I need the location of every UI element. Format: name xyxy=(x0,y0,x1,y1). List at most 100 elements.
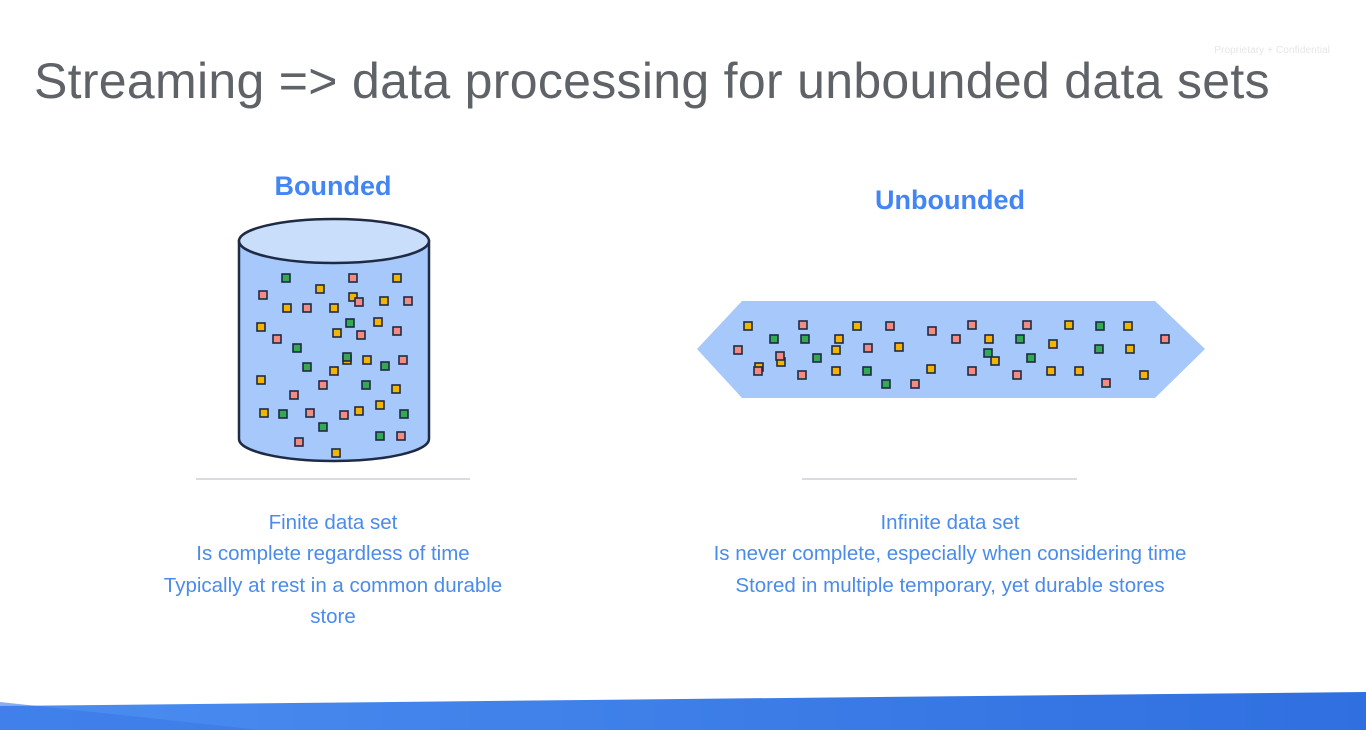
data-point-square xyxy=(392,326,402,336)
unbounded-stream-illustration xyxy=(697,301,1205,398)
data-point-square xyxy=(318,422,328,432)
data-point-square xyxy=(396,431,406,441)
data-point-square xyxy=(862,366,872,376)
data-point-square xyxy=(983,348,993,358)
unbounded-line-3: Stored in multiple temporary, yet durabl… xyxy=(735,573,1165,597)
data-point-square xyxy=(292,343,302,353)
data-point-square xyxy=(967,366,977,376)
data-point-square xyxy=(1046,366,1056,376)
unbounded-heading: Unbounded xyxy=(875,185,1025,215)
unbounded-line-2: Is never complete, especially when consi… xyxy=(713,542,1187,566)
data-point-square xyxy=(1048,339,1058,349)
data-point-square xyxy=(305,408,315,418)
data-point-square xyxy=(831,345,841,355)
cylinder-top xyxy=(237,217,431,265)
data-point-square xyxy=(834,334,844,344)
data-point-square xyxy=(881,379,891,389)
data-point-square xyxy=(373,317,383,327)
bounded-heading: Bounded xyxy=(274,171,392,201)
data-point-square xyxy=(1022,320,1032,330)
data-point-square xyxy=(1074,366,1084,376)
bottom-brand-bar xyxy=(0,692,1366,730)
bounded-cylinder-illustration xyxy=(237,217,431,463)
data-point-square xyxy=(256,375,266,385)
data-point-square xyxy=(797,370,807,380)
data-point-square xyxy=(1064,320,1074,330)
data-point-square xyxy=(318,380,328,390)
data-point-square xyxy=(910,379,920,389)
data-point-square xyxy=(812,353,822,363)
data-point-square xyxy=(329,366,339,376)
bounded-line-2: Is complete regardless of time xyxy=(196,542,470,566)
data-point-square xyxy=(345,318,355,328)
slide: Proprietary + Confidential Streaming => … xyxy=(0,0,1366,730)
data-point-square xyxy=(362,355,372,365)
data-point-square xyxy=(375,400,385,410)
data-point-square xyxy=(769,334,779,344)
data-point-square xyxy=(1139,370,1149,380)
data-point-square xyxy=(984,334,994,344)
bounded-line-3: Typically at rest in a common durable xyxy=(163,573,503,597)
data-point-square xyxy=(852,321,862,331)
unbounded-divider xyxy=(802,478,1077,480)
unbounded-line-1: Infinite data set xyxy=(880,511,1020,534)
bounded-line-1: Finite data set xyxy=(268,511,398,534)
data-point-square xyxy=(342,352,352,362)
data-point-square xyxy=(354,406,364,416)
data-point-square xyxy=(1015,334,1025,344)
data-point-square xyxy=(951,334,961,344)
data-point-square xyxy=(348,273,358,283)
data-point-square xyxy=(1160,334,1170,344)
data-point-square xyxy=(329,303,339,313)
slide-title: Streaming => data processing for unbound… xyxy=(34,53,1270,109)
data-point-square xyxy=(361,380,371,390)
bounded-description: Finite data set Is complete regardless o… xyxy=(128,507,538,632)
data-point-square xyxy=(258,290,268,300)
data-point-square xyxy=(380,361,390,371)
data-point-square xyxy=(278,409,288,419)
data-point-square xyxy=(926,364,936,374)
data-point-square xyxy=(282,303,292,313)
data-point-square xyxy=(331,448,341,458)
data-point-square xyxy=(894,342,904,352)
data-point-square xyxy=(281,273,291,283)
data-point-square xyxy=(399,409,409,419)
data-point-square xyxy=(354,297,364,307)
data-point-square xyxy=(1123,321,1133,331)
data-point-square xyxy=(885,321,895,331)
data-point-square xyxy=(1125,344,1135,354)
data-point-square xyxy=(1095,321,1105,331)
data-point-square xyxy=(256,322,266,332)
data-point-square xyxy=(272,334,282,344)
data-point-square xyxy=(375,431,385,441)
unbounded-description: Infinite data set Is never complete, esp… xyxy=(670,507,1230,601)
data-point-square xyxy=(315,284,325,294)
data-point-square xyxy=(733,345,743,355)
bounded-line-4: store xyxy=(310,604,356,628)
data-point-square xyxy=(753,366,763,376)
bounded-divider xyxy=(196,478,470,480)
data-point-square xyxy=(289,390,299,400)
data-point-square xyxy=(356,330,366,340)
data-point-square xyxy=(294,437,304,447)
data-point-square xyxy=(990,356,1000,366)
data-point-square xyxy=(403,296,413,306)
data-point-square xyxy=(1094,344,1104,354)
data-point-square xyxy=(302,362,312,372)
data-point-square xyxy=(800,334,810,344)
data-point-square xyxy=(798,320,808,330)
data-point-square xyxy=(339,410,349,420)
data-point-square xyxy=(1026,353,1036,363)
data-point-square xyxy=(1012,370,1022,380)
data-point-square xyxy=(863,343,873,353)
data-point-square xyxy=(302,303,312,313)
data-point-square xyxy=(1101,378,1111,388)
data-point-square xyxy=(831,366,841,376)
data-point-square xyxy=(259,408,269,418)
data-point-square xyxy=(398,355,408,365)
data-point-square xyxy=(775,351,785,361)
data-point-square xyxy=(967,320,977,330)
data-point-square xyxy=(391,384,401,394)
data-point-square xyxy=(927,326,937,336)
data-point-square xyxy=(743,321,753,331)
